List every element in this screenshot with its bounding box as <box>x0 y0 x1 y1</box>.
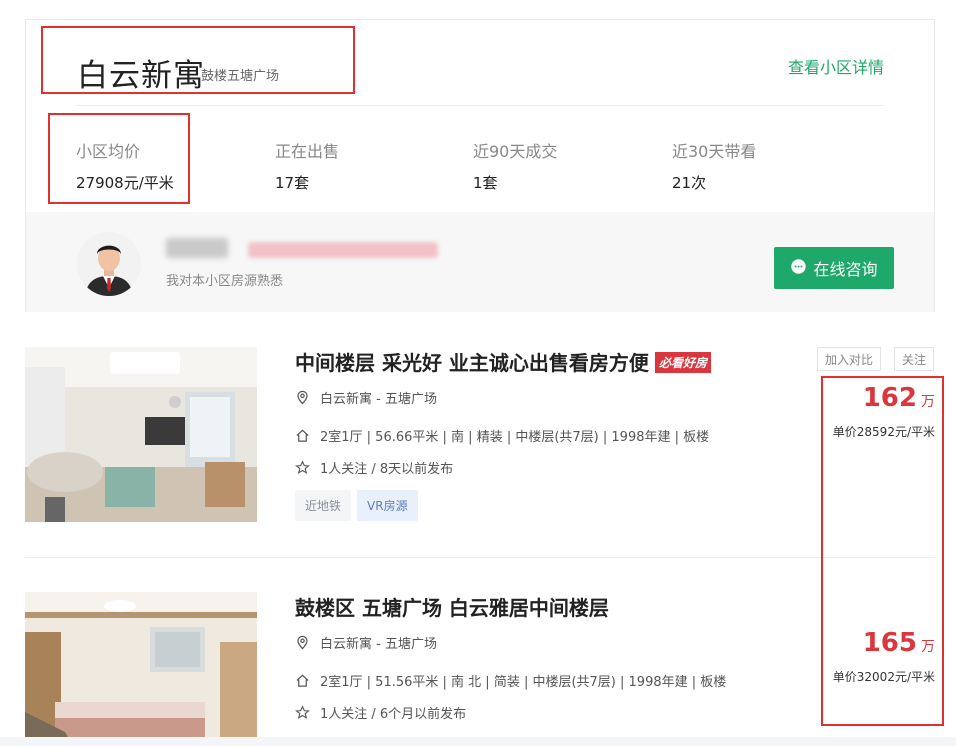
listing-info-row: 2室1厅 | 56.66平米 | 南 | 精装 | 中楼层(共7层) | 199… <box>295 426 709 445</box>
stat-viewings-30d: 近30天带看 21次 <box>672 138 852 193</box>
must-see-badge: 必看好房 <box>654 352 711 373</box>
stat-value: 21次 <box>672 174 707 192</box>
agent-description: 我对本小区房源熟悉 <box>166 274 284 289</box>
listing-follow-row: 1人关注 / 6个月以前发布 <box>295 703 466 722</box>
agent-photo <box>77 232 141 296</box>
agent-name-redacted <box>166 238 228 258</box>
follow-button[interactable]: 关注 <box>894 347 934 371</box>
listing-follow-row: 1人关注 / 8天以前发布 <box>295 458 453 477</box>
listing-divider <box>25 557 935 558</box>
listing-title-text: 鼓楼区 五塘广场 白云雅居中间楼层 <box>295 596 609 620</box>
listing-follow: 1人关注 / 6个月以前发布 <box>320 707 467 722</box>
listing-info-row: 2室1厅 | 51.56平米 | 南 北 | 简装 | 中楼层(共7层) | 1… <box>295 671 726 690</box>
listing-item: 中间楼层 采光好 业主诚心出售看房方便 必看好房 白云新寓 - 五塘广场 2室1厅… <box>25 347 935 522</box>
stat-value: 1套 <box>473 174 498 192</box>
agent-avatar[interactable] <box>77 232 141 296</box>
stat-label: 小区均价 <box>76 142 141 161</box>
price-total: 162 <box>862 383 917 413</box>
stat-value: 27908元/平米 <box>76 174 174 192</box>
community-stats: 小区均价 27908元/平米 正在出售 17套 近90天成交 1套 近30天带看… <box>76 138 876 198</box>
bedroom-photo <box>25 592 257 746</box>
stat-average-price: 小区均价 27908元/平米 <box>76 138 256 193</box>
stat-on-sale: 正在出售 17套 <box>275 138 455 193</box>
unit-price: 单价28592元/平米 <box>832 425 935 439</box>
divider <box>76 105 884 106</box>
unit-price: 单价32002元/平米 <box>832 670 935 684</box>
location-pin-icon <box>295 390 310 405</box>
listing-photo[interactable] <box>25 347 257 522</box>
add-compare-button[interactable]: 加入对比 <box>817 347 881 371</box>
location-pin-icon <box>295 635 310 650</box>
listing-title[interactable]: 鼓楼区 五塘广场 白云雅居中间楼层 <box>295 592 609 621</box>
price-total: 165 <box>862 628 917 658</box>
online-consult-label: 在线咨询 <box>813 260 878 279</box>
online-consult-button[interactable]: 在线咨询 <box>774 247 894 289</box>
page-bottom-strip <box>0 737 956 746</box>
stat-label: 近30天带看 <box>672 142 757 161</box>
listing-info: 2室1厅 | 56.66平米 | 南 | 精装 | 中楼层(共7层) | 199… <box>320 430 710 445</box>
listing-follow: 1人关注 / 8天以前发布 <box>320 462 454 477</box>
price-unit: 万 <box>921 639 935 655</box>
listing-item: 鼓楼区 五塘广场 白云雅居中间楼层 白云新寓 - 五塘广场 2室1厅 | 51.… <box>25 592 935 746</box>
price-block: 165 万 单价32002元/平米 <box>805 628 935 685</box>
living-room-photo <box>25 347 257 522</box>
community-card: 白云新寓 鼓楼五塘广场 查看小区详情 小区均价 27908元/平米 正在出售 1… <box>25 19 935 312</box>
listing-info: 2室1厅 | 51.56平米 | 南 北 | 简装 | 中楼层(共7层) | 1… <box>320 675 727 690</box>
stat-label: 近90天成交 <box>473 142 558 161</box>
agent-phone-redacted <box>248 242 438 258</box>
price-block: 162 万 单价28592元/平米 <box>805 383 935 440</box>
house-icon <box>295 428 310 443</box>
listing-title[interactable]: 中间楼层 采光好 业主诚心出售看房方便 必看好房 <box>295 347 711 376</box>
star-icon <box>295 460 310 475</box>
community-name[interactable]: 白云新寓 <box>77 50 205 95</box>
listing-photo[interactable] <box>25 592 257 746</box>
stat-value: 17套 <box>275 174 310 192</box>
community-location: 鼓楼五塘广场 <box>201 69 280 84</box>
listing-address-row: 白云新寓 - 五塘广场 <box>295 633 437 652</box>
listing-address[interactable]: 白云新寓 - 五塘广场 <box>320 388 437 407</box>
listing-address[interactable]: 白云新寓 - 五塘广场 <box>320 633 437 652</box>
stat-deals-90d: 近90天成交 1套 <box>473 138 653 193</box>
listing-tags: 近地铁 VR房源 <box>295 490 418 521</box>
listing-title-text: 中间楼层 采光好 业主诚心出售看房方便 <box>295 351 649 375</box>
stat-label: 正在出售 <box>275 142 340 161</box>
tag-vr: VR房源 <box>357 490 418 521</box>
community-detail-link[interactable]: 查看小区详情 <box>788 54 884 78</box>
price-unit: 万 <box>921 394 935 410</box>
listing-address-row: 白云新寓 - 五塘广场 <box>295 388 437 407</box>
agent-band: 我对本小区房源熟悉 在线咨询 <box>26 212 934 312</box>
house-icon <box>295 673 310 688</box>
tag-near-subway: 近地铁 <box>295 490 352 521</box>
chat-bubble-icon <box>790 258 807 279</box>
star-icon <box>295 705 310 720</box>
